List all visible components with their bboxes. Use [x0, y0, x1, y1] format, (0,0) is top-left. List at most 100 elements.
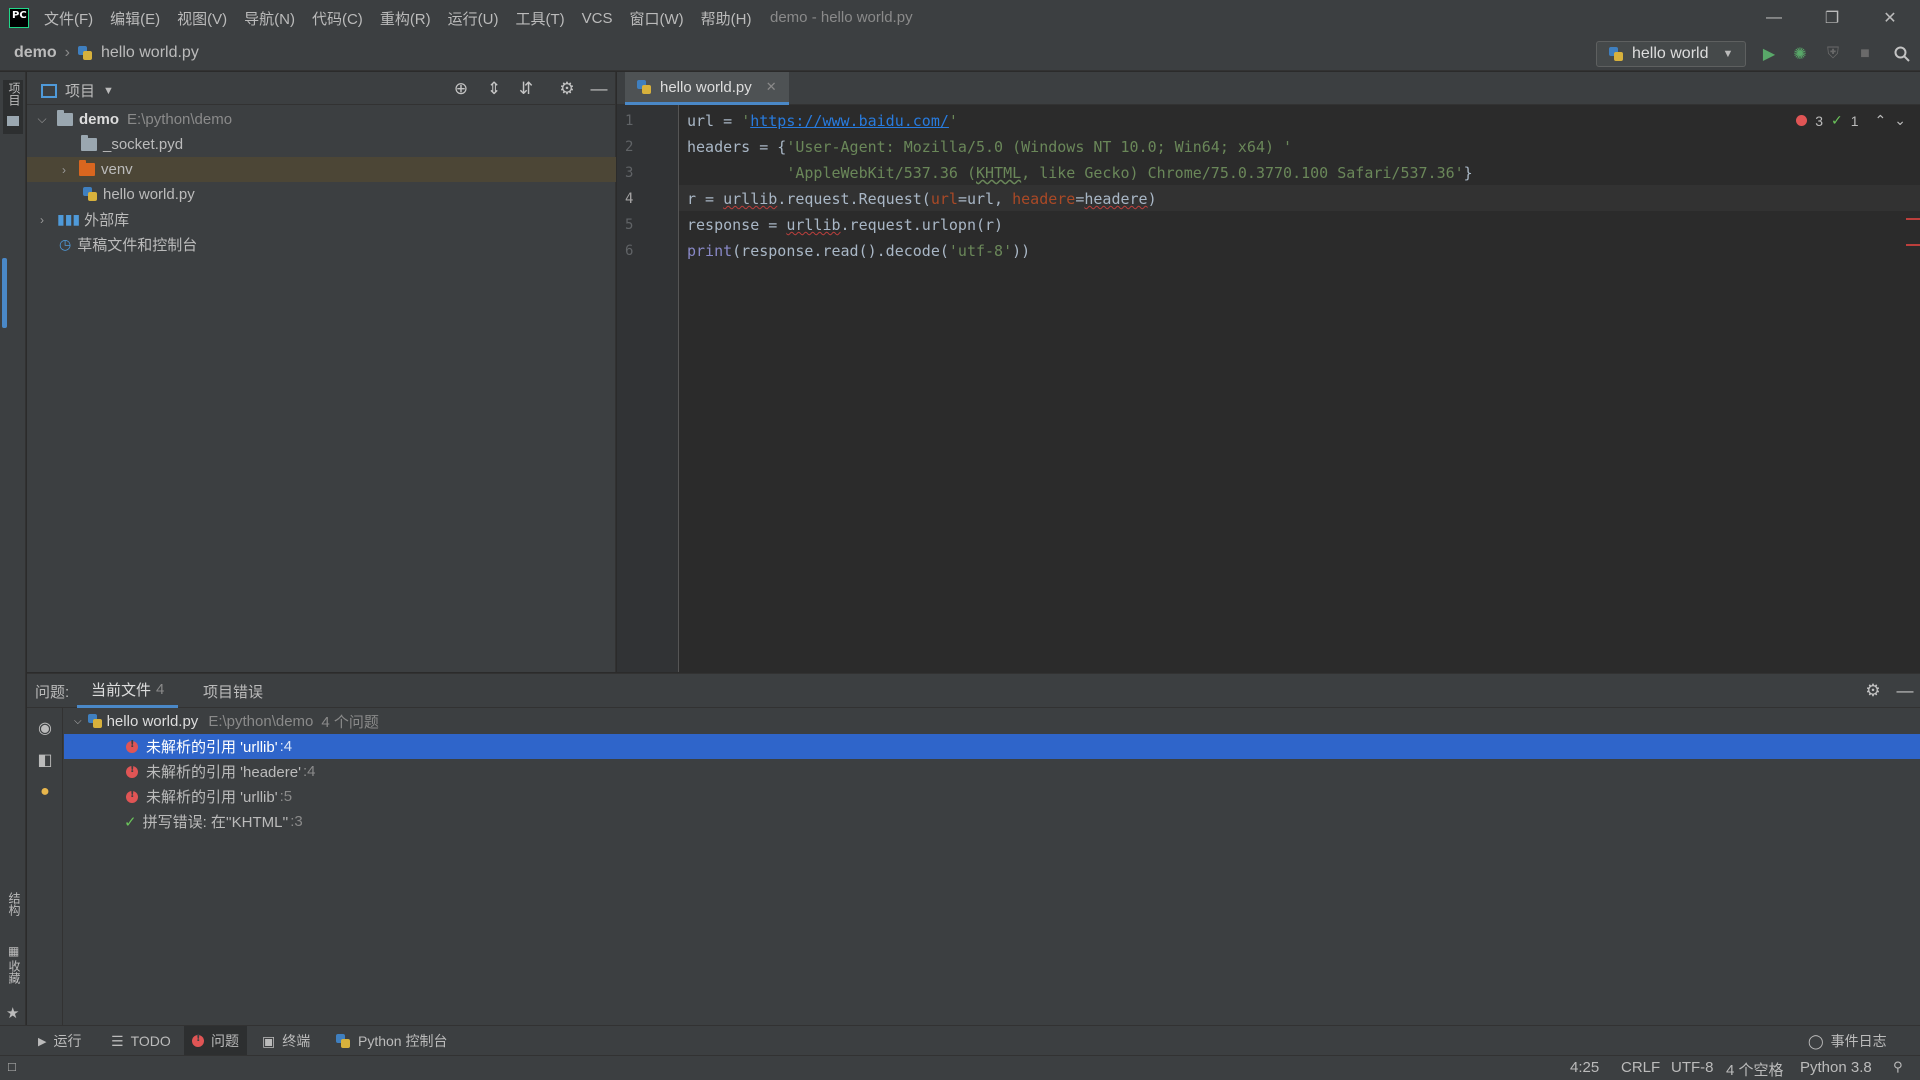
tool-tab-problems[interactable]: 问题: [184, 1026, 247, 1056]
chevron-down-icon: ⌵: [37, 112, 47, 126]
breadcrumb: demo › hello world.py: [14, 44, 199, 62]
hide-problems-button[interactable]: —: [1895, 681, 1915, 701]
favorites-tool-tab[interactable]: 收藏 ★: [3, 960, 23, 1030]
close-tab-icon[interactable]: ✕: [766, 79, 777, 95]
tab-project-errors[interactable]: 项目错误: [195, 674, 271, 708]
coverage-button[interactable]: ⛨: [1823, 44, 1843, 64]
menu-help[interactable]: 帮助(H): [701, 8, 761, 29]
problem-item[interactable]: ✓ 拼写错误: 在''KHTML'' :3: [64, 809, 1920, 834]
code-line[interactable]: url = 'https://www.baidu.com/': [687, 112, 958, 130]
problems-panel-header: 问题: 当前文件 4 项目错误 ⚙ —: [27, 674, 1920, 708]
stop-button[interactable]: ■: [1855, 44, 1875, 64]
window-title: demo - hello world.py: [770, 9, 913, 26]
hide-panel-button[interactable]: —: [589, 79, 609, 99]
tree-item-demo[interactable]: ⌵ demo E:\python\demo: [27, 107, 616, 132]
close-window-button[interactable]: ✕: [1861, 0, 1919, 36]
problems-file-row[interactable]: ⌵ hello world.py E:\python\demo 4 个问题: [64, 709, 1920, 734]
menu-file[interactable]: 文件(F): [44, 8, 102, 29]
preview-button[interactable]: ◧: [35, 750, 55, 770]
menu-refactor[interactable]: 重构(R): [380, 8, 440, 29]
line-separator[interactable]: CRLF: [1621, 1059, 1660, 1076]
check-icon: ✓: [1831, 112, 1843, 128]
code-line[interactable]: response = urllib.request.urlopn(r): [687, 216, 1003, 234]
menu-code[interactable]: 代码(C): [312, 8, 372, 29]
editor-tab-hello-world[interactable]: hello world.py ✕: [625, 72, 789, 105]
inspection-widget[interactable]: 3 ✓ 1 ⌃ ⌄: [1796, 112, 1906, 129]
search-everywhere-button[interactable]: [1892, 44, 1912, 64]
tree-item-hello-world[interactable]: hello world.py: [27, 182, 616, 207]
quick-fix-button[interactable]: ●: [35, 782, 55, 802]
editor-tab-bar: hello world.py ✕: [617, 72, 1920, 105]
problem-item[interactable]: 未解析的引用 'headere' :4: [64, 759, 1920, 784]
menu-window[interactable]: 窗口(W): [629, 8, 692, 29]
menu-navigate[interactable]: 导航(N): [244, 8, 304, 29]
code-line[interactable]: r = urllib.request.Request(url=url, head…: [687, 190, 1157, 208]
title-bar: 文件(F) 编辑(E) 视图(V) 导航(N) 代码(C) 重构(R) 运行(U…: [0, 0, 1920, 36]
run-button[interactable]: ▶: [1759, 44, 1779, 64]
expand-all-button[interactable]: ⇕: [484, 79, 504, 99]
problem-text: 未解析的引用 'urllib': [146, 739, 278, 756]
indent-setting[interactable]: 4 个空格: [1726, 1059, 1784, 1080]
tool-windows-toggle-icon[interactable]: □: [8, 1059, 16, 1074]
collapse-all-button[interactable]: ⇵: [516, 79, 536, 99]
tool-tab-event-log[interactable]: ◯ 事件日志: [1808, 1026, 1887, 1056]
play-icon: ▶: [1762, 46, 1776, 63]
tab-current-file[interactable]: 当前文件 4: [77, 674, 179, 708]
restore-icon: ❐: [1824, 10, 1840, 27]
restore-button[interactable]: ❐: [1803, 0, 1861, 36]
line-number: 1: [625, 113, 634, 129]
menu-view[interactable]: 视图(V): [177, 8, 236, 29]
spelling-check-icon: ✓: [124, 813, 137, 831]
error-stripe-marker[interactable]: [1906, 218, 1920, 220]
error-count: 3: [1815, 112, 1823, 129]
menu-vcs[interactable]: VCS: [582, 10, 622, 27]
minimize-icon: —: [1766, 9, 1782, 26]
chevron-down-icon[interactable]: ⌄: [1894, 112, 1906, 129]
project-settings-button[interactable]: ⚙: [557, 79, 577, 99]
tree-item-scratches[interactable]: ◷ 草稿文件和控制台: [27, 232, 616, 257]
menu-edit[interactable]: 编辑(E): [110, 8, 169, 29]
problems-settings-button[interactable]: ⚙: [1863, 681, 1883, 701]
chevron-up-icon[interactable]: ⌃: [1875, 112, 1887, 129]
project-view-selector[interactable]: 项目 ▼: [41, 80, 114, 101]
locate-file-button[interactable]: ⊕: [451, 79, 471, 99]
debug-button[interactable]: ✺: [1790, 44, 1810, 64]
problem-item[interactable]: 未解析的引用 'urllib' :5: [64, 784, 1920, 809]
tool-tab-run[interactable]: ▶ 运行: [38, 1026, 81, 1056]
problems-label: 问题:: [35, 683, 70, 701]
error-icon: [126, 739, 138, 753]
error-stripe-marker[interactable]: [1906, 244, 1920, 246]
lock-icon[interactable]: ⚲: [1893, 1059, 1903, 1075]
python-interpreter[interactable]: Python 3.8: [1800, 1059, 1872, 1076]
tool-tab-todo[interactable]: ☰ TODO: [111, 1026, 171, 1056]
error-icon: [192, 1033, 204, 1047]
tree-item-socket[interactable]: _socket.pyd: [27, 132, 616, 157]
tree-item-label: _socket.pyd: [103, 136, 184, 153]
project-tool-tab[interactable]: 项目: [3, 80, 23, 134]
menu-tools[interactable]: 工具(T): [515, 8, 573, 29]
code-line[interactable]: headers = {'User-Agent: Mozilla/5.0 (Win…: [687, 138, 1292, 156]
project-panel-header: 项目 ▼ ⊕ ⇕ ⇵ ⚙ —: [27, 72, 616, 105]
tree-item-label: demo: [79, 111, 120, 128]
status-bar: □ 4:25 CRLF UTF-8 4 个空格 Python 3.8 ⚲: [0, 1055, 1920, 1080]
caret-position[interactable]: 4:25: [1570, 1059, 1599, 1076]
breadcrumb-project[interactable]: demo: [14, 44, 57, 62]
tree-item-external-libraries[interactable]: › ▮▮▮ 外部库: [27, 207, 616, 232]
show-options-button[interactable]: ◉: [35, 718, 55, 738]
code-line[interactable]: print(response.read().decode('utf-8')): [687, 242, 1030, 260]
breadcrumb-file[interactable]: hello world.py: [101, 44, 199, 62]
scroll-indicator: [2, 258, 7, 328]
code-line[interactable]: 'AppleWebKit/537.36 (KHTML, like Gecko) …: [687, 164, 1472, 182]
tool-tab-label: 终端: [282, 1033, 311, 1049]
left-tool-strip: 项目 结构 ▦ 收藏 ★: [0, 72, 26, 1052]
structure-tool-tab[interactable]: 结构 ▦: [3, 892, 23, 962]
tool-tab-python-console[interactable]: Python 控制台: [336, 1026, 447, 1056]
file-encoding[interactable]: UTF-8: [1671, 1059, 1714, 1076]
tool-tab-terminal[interactable]: ▣ 终端: [262, 1026, 310, 1056]
minimize-button[interactable]: —: [1745, 0, 1803, 36]
problem-item[interactable]: 未解析的引用 'urllib' :4: [64, 734, 1920, 759]
menu-run[interactable]: 运行(U): [448, 8, 508, 29]
run-configuration-dropdown[interactable]: hello world ▼: [1596, 41, 1746, 67]
tree-item-venv[interactable]: › venv: [27, 157, 616, 182]
folder-icon: [79, 160, 95, 176]
